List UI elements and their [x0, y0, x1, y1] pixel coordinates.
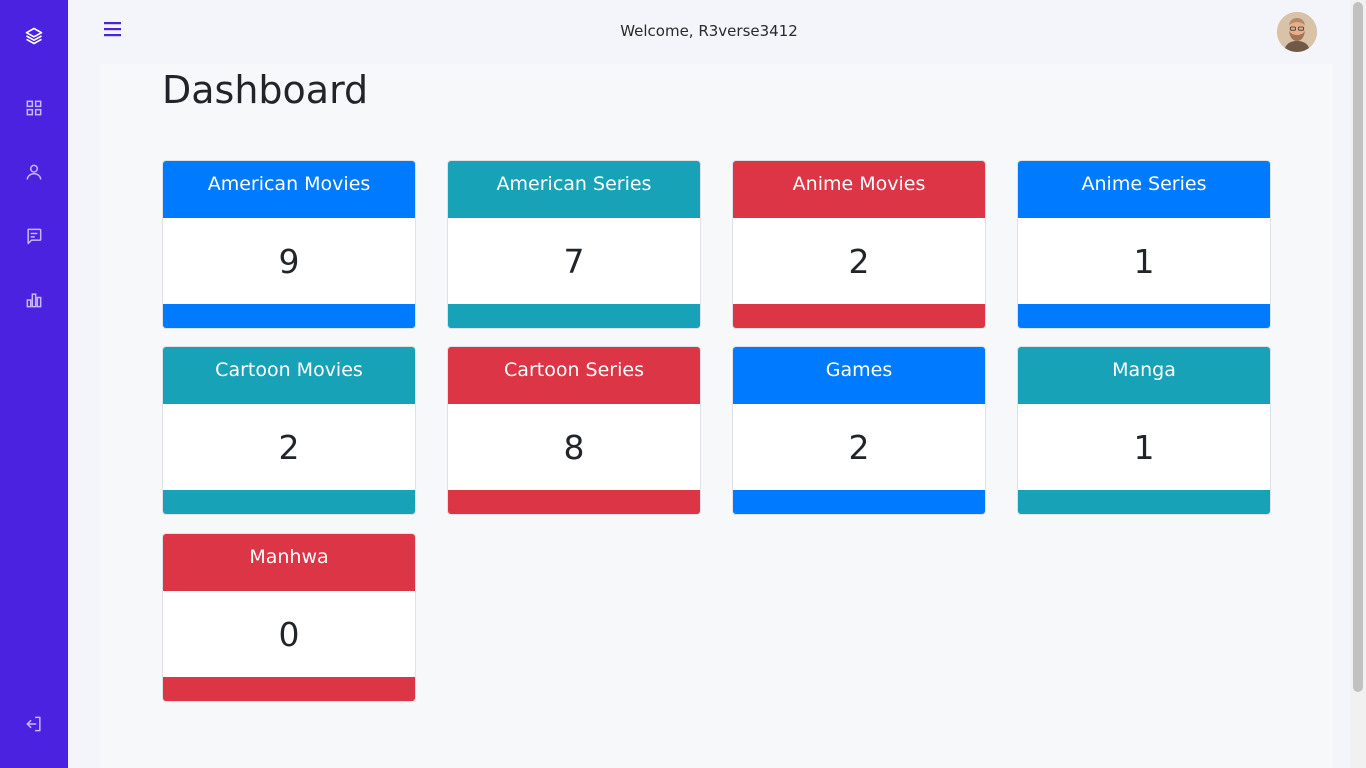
card-count: 2 — [733, 218, 985, 304]
page-scrollbar[interactable] — [1350, 0, 1366, 768]
card-manhwa[interactable]: Manhwa 0 — [162, 533, 416, 702]
card-count: 2 — [733, 404, 985, 490]
card-american-series[interactable]: American Series 7 — [447, 160, 701, 329]
card-count: 2 — [163, 404, 415, 490]
card-header: Cartoon Series — [448, 347, 700, 404]
message-icon[interactable] — [22, 224, 46, 248]
card-cartoon-movies[interactable]: Cartoon Movies 2 — [162, 346, 416, 515]
bar-chart-icon[interactable] — [22, 288, 46, 312]
grid-icon[interactable] — [22, 96, 46, 120]
card-footer — [1018, 490, 1270, 514]
logout-icon[interactable] — [22, 712, 46, 736]
card-footer — [448, 304, 700, 328]
layers-icon[interactable] — [22, 24, 46, 48]
card-header: Anime Movies — [733, 161, 985, 218]
card-count: 8 — [448, 404, 700, 490]
card-footer — [733, 304, 985, 328]
card-anime-series[interactable]: Anime Series 1 — [1017, 160, 1271, 329]
card-count: 9 — [163, 218, 415, 304]
card-header: Manhwa — [163, 534, 415, 591]
top-bar: Welcome, R3verse3412 — [68, 0, 1350, 64]
welcome-message: Welcome, R3verse3412 — [620, 22, 798, 40]
card-footer — [448, 490, 700, 514]
card-header: Anime Series — [1018, 161, 1270, 218]
user-icon[interactable] — [22, 160, 46, 184]
scrollbar-thumb[interactable] — [1353, 2, 1363, 692]
card-count: 7 — [448, 218, 700, 304]
card-cartoon-series[interactable]: Cartoon Series 8 — [447, 346, 701, 515]
card-count: 1 — [1018, 218, 1270, 304]
main-content: Dashboard American Movies 9 American Ser… — [100, 64, 1333, 768]
card-header: American Movies — [163, 161, 415, 218]
card-footer — [733, 490, 985, 514]
card-american-movies[interactable]: American Movies 9 — [162, 160, 416, 329]
card-manga[interactable]: Manga 1 — [1017, 346, 1271, 515]
sidebar — [0, 0, 68, 768]
card-footer — [163, 677, 415, 701]
avatar[interactable] — [1277, 12, 1317, 52]
card-footer — [1018, 304, 1270, 328]
page-title: Dashboard — [162, 68, 369, 112]
card-count: 1 — [1018, 404, 1270, 490]
card-games[interactable]: Games 2 — [732, 346, 986, 515]
card-header: Cartoon Movies — [163, 347, 415, 404]
card-header: Games — [733, 347, 985, 404]
card-anime-movies[interactable]: Anime Movies 2 — [732, 160, 986, 329]
card-header: American Series — [448, 161, 700, 218]
card-footer — [163, 490, 415, 514]
card-header: Manga — [1018, 347, 1270, 404]
card-count: 0 — [163, 591, 415, 677]
profile-photo — [1277, 12, 1317, 52]
card-footer — [163, 304, 415, 328]
